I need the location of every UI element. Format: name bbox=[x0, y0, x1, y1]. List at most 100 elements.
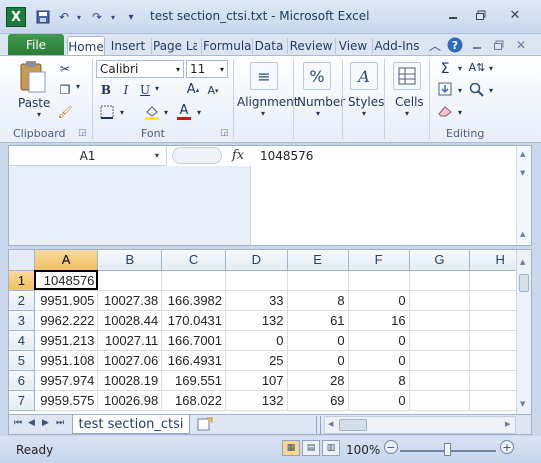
cell-c4[interactable]: 166.7001 bbox=[161, 330, 227, 351]
font-dialog-launcher-icon[interactable]: ◲ bbox=[220, 128, 229, 138]
cell-g7[interactable] bbox=[409, 390, 471, 411]
italic-icon[interactable]: I bbox=[119, 83, 133, 97]
cell-d3[interactable]: 132 bbox=[225, 310, 288, 331]
fill-icon[interactable] bbox=[437, 82, 453, 96]
normal-view-button[interactable]: ▦ bbox=[282, 440, 300, 456]
cell-a7[interactable]: 9959.575 bbox=[34, 390, 99, 411]
row-header[interactable]: 7 bbox=[9, 390, 35, 411]
cell-c3[interactable]: 170.0431 bbox=[161, 310, 227, 331]
cell-e6[interactable]: 28 bbox=[287, 370, 349, 391]
percent-icon[interactable]: % bbox=[303, 62, 331, 90]
cell-a6[interactable]: 9957.974 bbox=[34, 370, 99, 391]
row-header[interactable]: 5 bbox=[9, 350, 35, 371]
vertical-scroll-thumb[interactable] bbox=[519, 274, 529, 292]
font-size-select[interactable]: 11 ▾ bbox=[186, 60, 228, 78]
zoom-level[interactable]: 100% bbox=[346, 443, 380, 457]
save-icon[interactable] bbox=[34, 8, 52, 26]
close-window-button[interactable]: ✕ bbox=[504, 6, 526, 24]
find-select-dropdown-icon[interactable]: ▾ bbox=[487, 86, 495, 95]
cells-button[interactable]: Cells bbox=[395, 95, 424, 109]
autosum-dropdown-icon[interactable]: ▾ bbox=[456, 64, 464, 73]
cell-g5[interactable] bbox=[409, 350, 471, 371]
scroll-down-icon[interactable]: ▼ bbox=[520, 400, 525, 408]
formula-input[interactable]: 1048576 bbox=[260, 149, 313, 163]
cell-b2[interactable]: 10027.38 bbox=[97, 290, 163, 311]
collapse-formula-bar-icon[interactable]: ▲ bbox=[520, 230, 525, 238]
excel-app-icon[interactable]: X bbox=[6, 7, 26, 27]
borders-dropdown-icon[interactable]: ▾ bbox=[118, 108, 126, 117]
next-sheet-icon[interactable]: ▶ bbox=[42, 418, 49, 428]
column-header-d[interactable]: D bbox=[225, 250, 288, 271]
increase-font-icon[interactable]: A ▴ bbox=[186, 82, 200, 97]
autosum-icon[interactable]: Σ bbox=[437, 61, 453, 77]
horizontal-scrollbar[interactable]: ◀ ▶ bbox=[324, 416, 516, 434]
scroll-left-icon[interactable]: ◀ bbox=[328, 420, 333, 428]
workbook-restore-icon[interactable] bbox=[490, 36, 508, 54]
tab-file[interactable]: File bbox=[8, 34, 64, 56]
clear-dropdown-icon[interactable]: ▾ bbox=[456, 108, 464, 117]
zoom-in-button[interactable]: + bbox=[500, 440, 514, 454]
styles-icon[interactable]: A bbox=[350, 62, 378, 90]
insert-function-icon[interactable]: fx bbox=[232, 148, 244, 163]
column-header-f[interactable]: F bbox=[348, 250, 410, 271]
column-header-a[interactable]: A bbox=[34, 250, 99, 271]
tab-insert[interactable]: Insert bbox=[109, 36, 147, 56]
cell-g3[interactable] bbox=[409, 310, 471, 331]
borders-icon[interactable] bbox=[99, 105, 115, 119]
cell-d4[interactable]: 0 bbox=[225, 330, 288, 351]
cell-b7[interactable]: 10026.98 bbox=[97, 390, 163, 411]
cell-a1[interactable]: 1048576 bbox=[34, 270, 99, 291]
column-header-b[interactable]: B bbox=[97, 250, 163, 271]
sort-filter-icon[interactable]: A⇅ bbox=[468, 61, 486, 74]
find-select-icon[interactable] bbox=[468, 82, 486, 98]
tab-data[interactable]: Data bbox=[254, 36, 284, 56]
paste-icon[interactable] bbox=[18, 60, 48, 94]
cell-g4[interactable] bbox=[409, 330, 471, 351]
cell-f5[interactable]: 0 bbox=[348, 350, 410, 371]
alignment-dropdown-icon[interactable]: ▾ bbox=[258, 109, 268, 118]
zoom-slider-thumb[interactable] bbox=[444, 443, 451, 456]
undo-dropdown-icon[interactable]: ▾ bbox=[70, 8, 88, 26]
fill-dropdown-icon[interactable]: ▾ bbox=[456, 86, 464, 95]
column-header-c[interactable]: C bbox=[161, 250, 227, 271]
cell-b1[interactable] bbox=[97, 270, 163, 291]
paste-dropdown-icon[interactable]: ▾ bbox=[34, 110, 44, 119]
cell-e7[interactable]: 69 bbox=[287, 390, 349, 411]
tab-home[interactable]: Home bbox=[67, 36, 105, 57]
cell-g2[interactable] bbox=[409, 290, 471, 311]
cell-e2[interactable]: 8 bbox=[287, 290, 349, 311]
underline-dropdown-icon[interactable]: ▾ bbox=[153, 84, 161, 93]
scroll-up-icon[interactable]: ▲ bbox=[520, 150, 525, 158]
cell-a5[interactable]: 9951.108 bbox=[34, 350, 99, 371]
cell-f1[interactable] bbox=[348, 270, 410, 291]
name-box[interactable]: A1 bbox=[9, 146, 167, 166]
tab-formulas[interactable]: Formula bbox=[203, 36, 251, 56]
cell-e4[interactable]: 0 bbox=[287, 330, 349, 351]
copy-icon[interactable]: ❐ bbox=[56, 82, 74, 98]
zoom-out-button[interactable]: − bbox=[384, 440, 398, 454]
horizontal-scroll-thumb[interactable] bbox=[339, 419, 367, 431]
font-color-icon[interactable]: A bbox=[175, 103, 193, 121]
help-icon[interactable]: ? bbox=[446, 36, 464, 54]
column-header-g[interactable]: G bbox=[409, 250, 471, 271]
scroll-down-icon[interactable]: ▼ bbox=[520, 169, 525, 177]
formula-bar-resize-handle[interactable] bbox=[172, 147, 222, 164]
font-name-select[interactable]: Calibri ▾ bbox=[96, 60, 184, 78]
redo-dropdown-icon[interactable]: ▾ bbox=[104, 8, 122, 26]
cell-e5[interactable]: 0 bbox=[287, 350, 349, 371]
page-layout-view-button[interactable]: ▤ bbox=[302, 440, 320, 456]
select-all-corner[interactable] bbox=[9, 250, 35, 271]
cell-g1[interactable] bbox=[409, 270, 471, 291]
minimize-ribbon-icon[interactable]: ︿ bbox=[426, 36, 444, 54]
name-box-dropdown-icon[interactable]: ▾ bbox=[155, 151, 159, 160]
workbook-close-icon[interactable]: ✕ bbox=[512, 36, 530, 54]
minimize-button[interactable] bbox=[442, 6, 464, 24]
alignment-button[interactable]: Alignment bbox=[237, 95, 298, 109]
clipboard-dialog-launcher-icon[interactable]: ◲ bbox=[78, 128, 87, 138]
cell-c2[interactable]: 166.3982 bbox=[161, 290, 227, 311]
row-header[interactable]: 6 bbox=[9, 370, 35, 391]
row-header[interactable]: 2 bbox=[9, 290, 35, 311]
cell-b6[interactable]: 10028.19 bbox=[97, 370, 163, 391]
fill-color-dropdown-icon[interactable]: ▾ bbox=[162, 108, 170, 117]
cell-f2[interactable]: 0 bbox=[348, 290, 410, 311]
